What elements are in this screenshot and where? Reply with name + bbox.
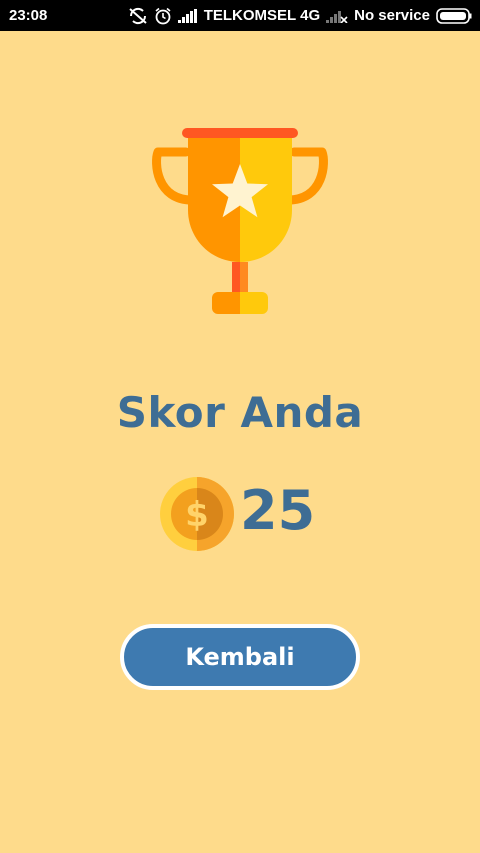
trophy-icon [152,128,328,314]
back-button[interactable]: Kembali [120,624,360,690]
signal-icon [177,8,198,23]
service-label: No service [354,7,430,24]
battery-icon [436,7,472,24]
coin-icon: $ [160,477,234,551]
signal-weak-icon [326,9,348,23]
carrier-label: TELKOMSEL 4G [203,7,321,24]
status-time: 23:08 [9,7,48,24]
sync-off-icon [128,7,148,25]
alarm-icon [154,7,172,25]
status-indicators: TELKOMSEL 4G No service [128,7,472,25]
score-title: Skor Anda [116,388,364,437]
status-bar: 23:08 TELKOMSEL 4G No service [0,0,480,31]
svg-text:$: $ [185,495,209,535]
score-value: 25 [240,479,316,542]
